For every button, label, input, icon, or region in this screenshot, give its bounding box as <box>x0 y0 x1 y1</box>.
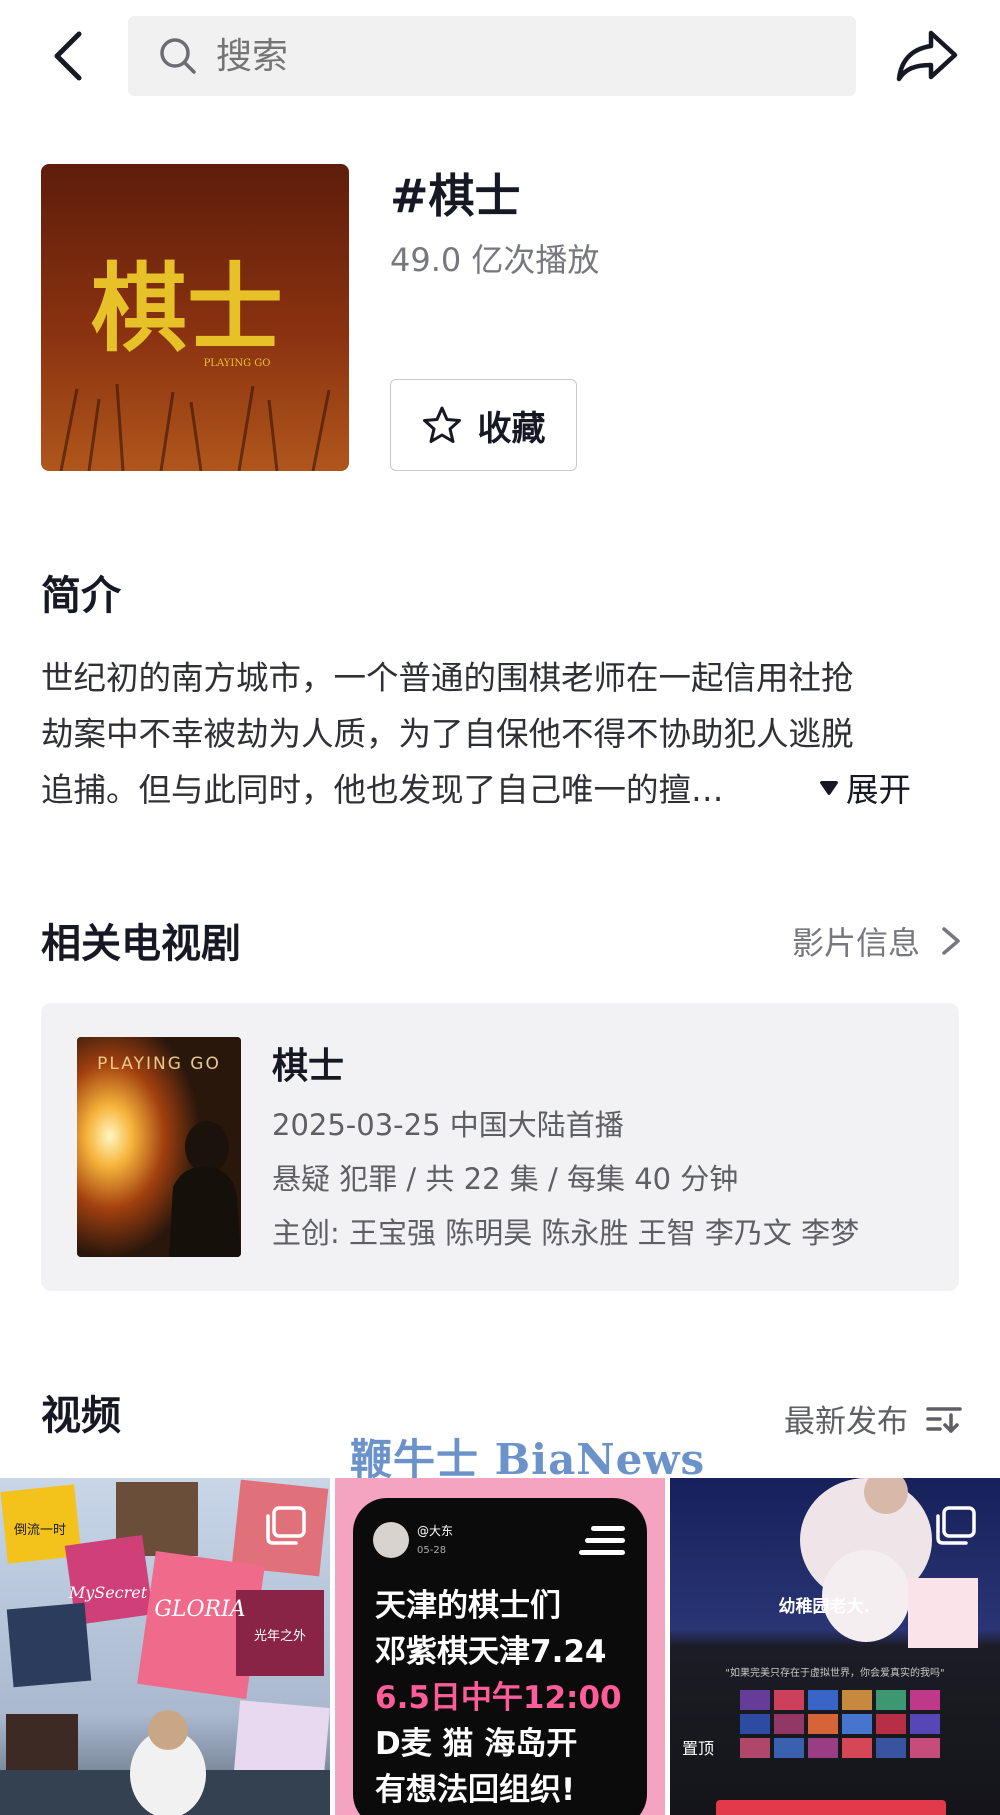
album-label: 倒流一时 <box>14 1523 66 1538</box>
related-drama-card[interactable]: PLAYING GO 棋士 2025-03-25 中国大陆首播 悬疑 犯罪 / … <box>41 1003 959 1291</box>
sort-button[interactable]: 最新发布 <box>784 1396 964 1441</box>
video-thumbnail[interactable]: 幼稚园老大. "如果完美只存在于虚拟世界，你会爱真实的我吗" 置顶 <box>670 1478 1000 1815</box>
post-line: 邓紫棋天津7.24 <box>375 1634 607 1670</box>
intro-line: 劫案中不幸被劫为人质，为了自保他不得不协助犯人逃脱 <box>41 715 854 753</box>
post-date: 05-28 <box>417 1545 446 1556</box>
pin-label: 置顶 <box>682 1739 714 1758</box>
multi-image-icon <box>936 1506 976 1545</box>
video-quote: "如果完美只存在于虚拟世界，你会爱真实的我吗" <box>725 1666 944 1679</box>
cover-title-text: 棋士 <box>91 252 283 365</box>
expand-button[interactable]: 展开 <box>818 764 911 811</box>
intro-heading: 简介 <box>41 573 121 619</box>
post-line: 有想法回组织! <box>375 1772 575 1808</box>
star-icon <box>422 406 461 443</box>
drama-info: 悬疑 犯罪 / 共 22 集 / 每集 40 分钟 <box>272 1162 739 1196</box>
related-heading: 相关电视剧 <box>41 921 241 967</box>
collect-label: 收藏 <box>477 408 546 449</box>
expand-label: 展开 <box>846 771 912 809</box>
play-count: 49.0 亿次播放 <box>390 241 600 279</box>
top-bar <box>0 0 1000 112</box>
sort-filter-icon <box>926 1406 962 1433</box>
post-user: @大东 <box>417 1524 453 1538</box>
post-line: 天津的棋士们 <box>375 1588 561 1624</box>
multi-image-icon <box>266 1506 306 1545</box>
sort-label: 最新发布 <box>784 1404 908 1440</box>
back-button[interactable] <box>36 20 100 92</box>
topic-cover-image: 棋士 PLAYING GO <box>41 164 349 471</box>
share-arrow-icon <box>896 30 958 82</box>
video-grid: 倒流一时 MySecret GLORIA 光年之外 @大东 05-28 天津的棋… <box>0 1478 1000 1815</box>
caret-down-icon <box>820 780 838 795</box>
search-bar[interactable] <box>128 16 856 96</box>
collect-button[interactable]: 收藏 <box>390 379 577 471</box>
post-line: D麦 猫 海岛开 <box>375 1726 577 1762</box>
drama-title: 棋士 <box>272 1046 345 1087</box>
cover-subtitle-text: PLAYING GO <box>204 358 271 369</box>
intro-text: 世纪初的南方城市，一个普通的围棋老师在一起信用社抢 劫案中不幸被劫为人质，为了自… <box>41 650 941 818</box>
film-info-label: 影片信息 <box>791 924 920 962</box>
search-input[interactable] <box>216 35 776 77</box>
intro-line: 世纪初的南方城市，一个普通的围棋老师在一起信用社抢 <box>41 659 854 697</box>
album-label: MySecret <box>68 1583 148 1602</box>
video-thumbnail[interactable]: @大东 05-28 天津的棋士们 邓紫棋天津7.24 6.5日中午12:00 D… <box>335 1478 665 1815</box>
search-icon <box>160 38 196 74</box>
cover-artwork: 棋士 PLAYING GO <box>41 164 349 471</box>
video-thumbnail[interactable]: 倒流一时 MySecret GLORIA 光年之外 <box>0 1478 330 1815</box>
drama-premiere: 2025-03-25 中国大陆首播 <box>272 1108 624 1142</box>
intro-line: 追捕。但与此同时，他也发现了自己唯一的擅… <box>41 771 724 809</box>
share-button[interactable] <box>890 20 964 92</box>
videos-heading: 视频 <box>41 1393 121 1439</box>
poster-title-text: PLAYING GO <box>97 1054 221 1074</box>
album-label: 光年之外 <box>254 1629 306 1644</box>
post-line: 6.5日中午12:00 <box>375 1680 622 1716</box>
album-label: GLORIA <box>154 1597 245 1622</box>
drama-poster: PLAYING GO <box>77 1037 241 1257</box>
chevron-right-icon <box>942 927 960 955</box>
chevron-left-icon <box>54 31 82 81</box>
drama-cast: 主创: 王宝强 陈明昊 陈永胜 王智 李乃文 李梦 <box>272 1216 860 1250</box>
film-info-link[interactable]: 影片信息 <box>792 918 964 964</box>
video-caption: 幼稚园老大. <box>779 1596 870 1617</box>
topic-title: #棋士 <box>390 169 521 223</box>
